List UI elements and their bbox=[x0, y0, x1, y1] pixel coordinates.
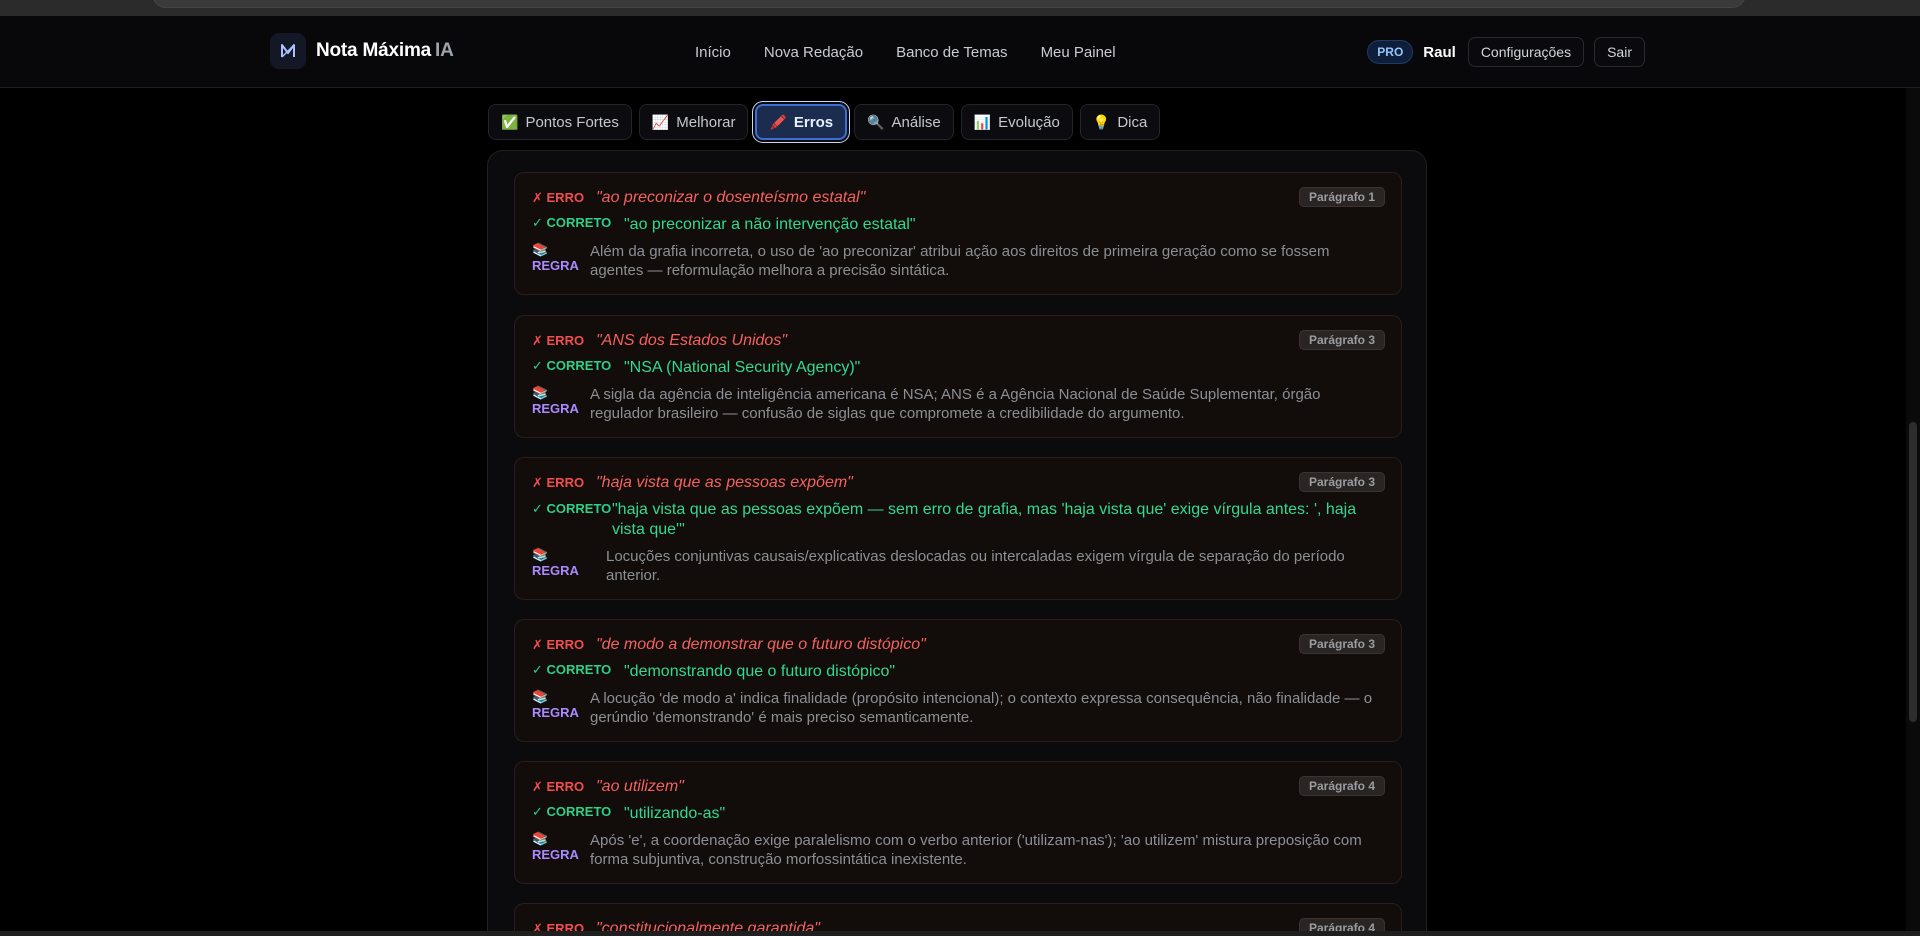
brand[interactable]: Nota Máxima IA bbox=[270, 33, 454, 69]
browser-address-bar[interactable] bbox=[152, 0, 1746, 8]
page-scrollbar[interactable] bbox=[1906, 88, 1920, 936]
erro-text: "ANS dos Estados Unidos" bbox=[596, 332, 788, 349]
correto-text: "NSA (National Security Agency)" bbox=[624, 359, 861, 376]
books-icon: 📚 bbox=[532, 547, 549, 562]
logout-button[interactable]: Sair bbox=[1594, 37, 1645, 67]
correto-label: ✓ CORRETO bbox=[532, 501, 612, 516]
main-nav: Início Nova Redação Banco de Temas Meu P… bbox=[695, 16, 1149, 88]
tab-analise[interactable]: 🔍 Análise bbox=[854, 104, 954, 140]
error-card: Parágrafo 1 ✗ ERRO "ao preconizar o dose… bbox=[514, 172, 1402, 295]
regra-text: A locução 'de modo a' indica finalidade … bbox=[590, 690, 1373, 726]
erro-text: "de modo a demonstrar que o futuro distó… bbox=[596, 636, 926, 653]
crayon-icon: 🖍️ bbox=[769, 113, 787, 130]
error-card: Parágrafo 4 ✗ ERRO "ao utilizem" ✓ CORRE… bbox=[514, 761, 1402, 884]
paragraph-badge: Parágrafo 3 bbox=[1298, 472, 1385, 492]
user-area: PRO Raul Configurações Sair bbox=[1367, 37, 1645, 67]
brand-name: Nota Máxima IA bbox=[316, 40, 454, 61]
error-card: Parágrafo 3 ✗ ERRO "de modo a demonstrar… bbox=[514, 619, 1402, 742]
brand-logo-icon bbox=[270, 33, 306, 69]
regra-text: Locuções conjuntivas causais/explicativa… bbox=[606, 548, 1345, 584]
erro-label: ✗ ERRO bbox=[532, 637, 585, 652]
erro-label: ✗ ERRO bbox=[532, 779, 585, 794]
regra-label: 📚 REGRA bbox=[532, 242, 579, 273]
errors-panel: Parágrafo 1 ✗ ERRO "ao preconizar o dose… bbox=[487, 150, 1427, 936]
pro-badge: PRO bbox=[1367, 40, 1414, 64]
bar-chart-icon: 📊 bbox=[973, 113, 992, 130]
paragraph-badge: Parágrafo 1 bbox=[1298, 187, 1385, 207]
erro-label: ✗ ERRO bbox=[532, 475, 585, 490]
tab-label: Pontos Fortes bbox=[525, 113, 619, 131]
correto-label: ✓ CORRETO bbox=[532, 358, 612, 373]
correto-text: "haja vista que as pessoas expõem — sem … bbox=[612, 501, 1357, 538]
books-icon: 📚 bbox=[532, 831, 549, 846]
tab-label: Melhorar bbox=[676, 113, 736, 131]
nav-link-banco-de-temas[interactable]: Banco de Temas bbox=[896, 44, 1007, 61]
tab-label: Erros bbox=[793, 113, 834, 131]
tab-evolucao[interactable]: 📊 Evolução bbox=[960, 104, 1073, 140]
erro-text: "haja vista que as pessoas expõem" bbox=[596, 474, 853, 491]
books-icon: 📚 bbox=[532, 242, 549, 257]
correto-text: "demonstrando que o futuro distópico" bbox=[624, 663, 896, 680]
erro-text: "ao utilizem" bbox=[596, 778, 684, 795]
error-card: Parágrafo 3 ✗ ERRO "haja vista que as pe… bbox=[514, 457, 1402, 600]
trend-chart-icon: 📈 bbox=[651, 113, 670, 130]
tab-label: Evolução bbox=[998, 113, 1060, 131]
browser-top-strip bbox=[0, 0, 1920, 16]
correto-text: "ao preconizar a não intervenção estatal… bbox=[624, 216, 916, 233]
nav-link-nova-redacao[interactable]: Nova Redação bbox=[764, 44, 863, 61]
paragraph-badge: Parágrafo 3 bbox=[1298, 634, 1385, 654]
tab-label: Dica bbox=[1117, 113, 1148, 131]
regra-label: 📚 REGRA bbox=[532, 547, 579, 578]
tab-erros[interactable]: 🖍️ Erros bbox=[755, 104, 848, 140]
lightbulb-icon: 💡 bbox=[1092, 113, 1111, 130]
paragraph-badge: Parágrafo 4 bbox=[1298, 776, 1385, 796]
correto-label: ✓ CORRETO bbox=[532, 662, 612, 677]
magnifier-icon: 🔍 bbox=[867, 113, 885, 130]
bottom-strip bbox=[0, 931, 1920, 936]
correto-label: ✓ CORRETO bbox=[532, 804, 612, 819]
regra-label: 📚 REGRA bbox=[532, 689, 579, 720]
erro-label: ✗ ERRO bbox=[532, 190, 585, 205]
settings-button[interactable]: Configurações bbox=[1467, 37, 1585, 67]
books-icon: 📚 bbox=[532, 689, 549, 704]
tab-melhorar[interactable]: 📈 Melhorar bbox=[638, 104, 749, 140]
regra-label: 📚 REGRA bbox=[532, 385, 579, 416]
tab-label: Análise bbox=[891, 113, 941, 131]
user-name: Raul bbox=[1423, 43, 1456, 61]
top-navbar: Nota Máxima IA Início Nova Redação Banco … bbox=[0, 16, 1920, 88]
books-icon: 📚 bbox=[532, 385, 549, 400]
tab-dica[interactable]: 💡 Dica bbox=[1079, 104, 1161, 140]
correto-label: ✓ CORRETO bbox=[532, 215, 612, 230]
error-card: Parágrafo 3 ✗ ERRO "ANS dos Estados Unid… bbox=[514, 315, 1402, 438]
regra-text: Além da grafia incorreta, o uso de 'ao p… bbox=[590, 243, 1330, 279]
paragraph-badge: Parágrafo 3 bbox=[1298, 330, 1385, 350]
nav-link-inicio[interactable]: Início bbox=[695, 44, 731, 61]
check-icon: ✅ bbox=[501, 113, 519, 130]
regra-text: A sigla da agência de inteligência ameri… bbox=[590, 386, 1321, 422]
feedback-tabs: ✅ Pontos Fortes 📈 Melhorar 🖍️ Erros 🔍 An… bbox=[488, 104, 1161, 140]
regra-text: Após 'e', a coordenação exige paralelism… bbox=[590, 832, 1362, 868]
correto-text: "utilizando-as" bbox=[624, 805, 726, 822]
scrollbar-thumb[interactable] bbox=[1909, 422, 1917, 722]
regra-label: 📚 REGRA bbox=[532, 831, 579, 862]
erro-label: ✗ ERRO bbox=[532, 333, 585, 348]
tab-pontos-fortes[interactable]: ✅ Pontos Fortes bbox=[488, 104, 632, 140]
erro-text: "ao preconizar o dosenteísmo estatal" bbox=[596, 189, 866, 206]
nav-link-meu-painel[interactable]: Meu Painel bbox=[1041, 44, 1116, 61]
